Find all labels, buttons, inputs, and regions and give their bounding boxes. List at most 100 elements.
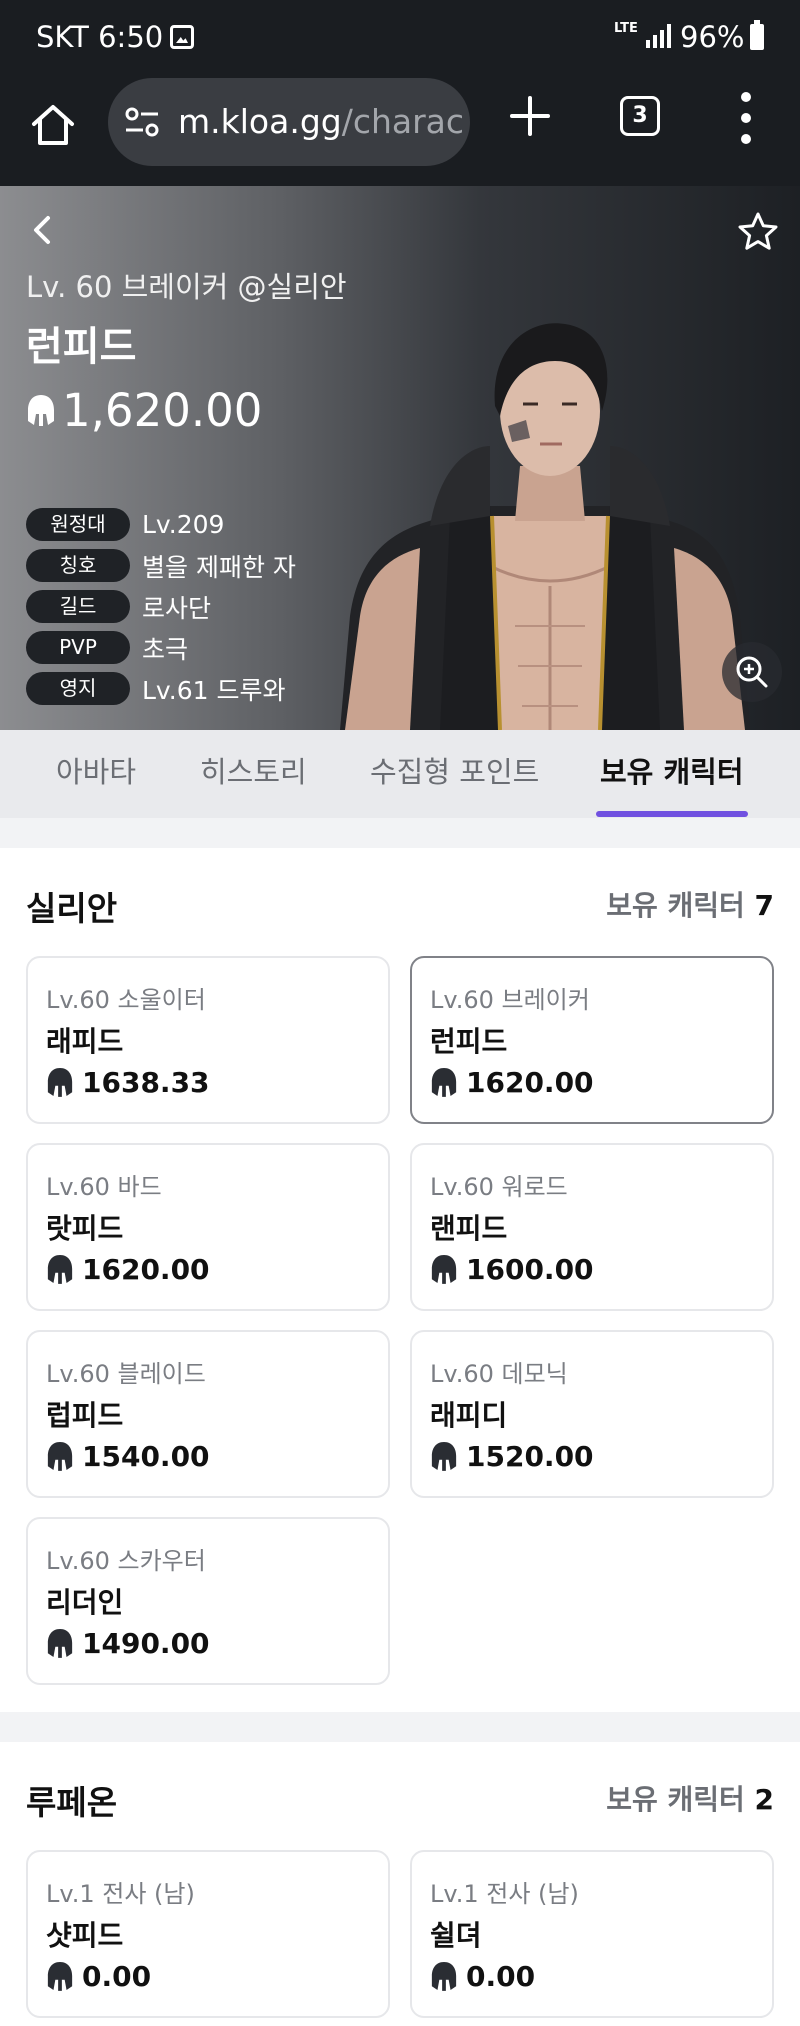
character-name: 랏피드: [46, 1212, 124, 1245]
character-name: 래피드: [46, 1025, 124, 1058]
helmet-icon: [431, 1068, 457, 1097]
helmet-icon: [47, 1255, 73, 1284]
url-text: m.kloa.gg/charac: [178, 102, 464, 141]
status-bar: SKT 6:50 LTE 96%: [0, 0, 800, 74]
count-label: 보유 캐릭터: [606, 889, 745, 922]
character-class: Lv.60 데모닉: [430, 1360, 568, 1388]
character-class-server: Lv. 60 브레이커 @실리안: [26, 270, 347, 304]
server-section-lufeon: 루페온 보유 캐릭터 2 Lv.1 전사 (남) 샷피드 0.00 Lv.1 전…: [0, 1742, 800, 2026]
item-level-value: 1638.33: [82, 1065, 210, 1099]
info-label: 길드: [26, 590, 130, 623]
tab-avatar[interactable]: 아바타: [56, 730, 136, 818]
character-class: Lv.1 전사 (남): [46, 1880, 195, 1908]
character-item-level: 0.00: [46, 1956, 151, 1996]
character-item-level: 1620.00: [46, 1249, 210, 1289]
info-label: PVP: [26, 631, 130, 664]
signal-icon: [646, 24, 672, 48]
info-row-title: 칭호 별을 제패한 자: [26, 545, 296, 586]
battery-icon: [750, 20, 764, 50]
helmet-icon: [431, 1442, 457, 1471]
tab-history[interactable]: 히스토리: [200, 730, 307, 818]
server-section-silian: 실리안 보유 캐릭터 7 Lv.60 소울이터 래피드 1638.33 Lv.6…: [0, 848, 800, 1712]
info-row-guild: 길드 로사단: [26, 586, 296, 627]
character-name: 런피드: [430, 1025, 508, 1058]
character-card-selected[interactable]: Lv.60 브레이커 런피드 1620.00: [410, 956, 774, 1124]
character-item-level: 1638.33: [46, 1062, 210, 1102]
info-value: Lv.61 드루와: [142, 675, 286, 705]
gallery-notification-icon: [170, 25, 194, 49]
character-name: 쉴뎌: [430, 1919, 482, 1952]
character-card[interactable]: Lv.60 데모닉 래피디 1520.00: [410, 1330, 774, 1498]
character-class: Lv.60 브레이커: [430, 986, 590, 1014]
favorite-star-icon[interactable]: [736, 210, 780, 254]
info-value: Lv.209: [142, 510, 225, 539]
info-label: 영지: [26, 672, 130, 705]
item-level-value: 1490.00: [82, 1626, 210, 1660]
helmet-icon: [28, 395, 54, 426]
info-row-estate: 영지 Lv.61 드루와: [26, 668, 296, 709]
zoom-in-icon: [736, 656, 768, 688]
new-tab-icon[interactable]: [508, 94, 552, 138]
character-name: 랜피드: [430, 1212, 508, 1245]
owned-character-count: 보유 캐릭터 7: [606, 884, 774, 924]
character-card[interactable]: Lv.1 전사 (남) 샷피드 0.00: [26, 1850, 390, 2018]
character-portrait: [340, 323, 750, 730]
count-value: 2: [754, 1783, 774, 1816]
helmet-icon: [431, 1255, 457, 1284]
character-name: 래피디: [430, 1399, 508, 1432]
count-label: 보유 캐릭터: [606, 1783, 745, 1816]
zoom-button[interactable]: [722, 642, 782, 702]
info-label: 칭호: [26, 549, 130, 582]
item-level-value: 1,620.00: [62, 383, 263, 437]
character-class: Lv.60 블레이드: [46, 1360, 206, 1388]
tab-switcher-button[interactable]: 3: [620, 96, 660, 136]
item-level-value: 1620.00: [466, 1065, 594, 1099]
character-name: 럽피드: [46, 1399, 124, 1432]
helmet-icon: [47, 1962, 73, 1991]
character-card[interactable]: Lv.60 블레이드 럽피드 1540.00: [26, 1330, 390, 1498]
profile-tabs: 아바타 히스토리 수집형 포인트 보유 캐릭터: [0, 730, 800, 818]
helmet-icon: [47, 1629, 73, 1658]
count-value: 7: [754, 889, 774, 922]
server-name: 실리안: [26, 889, 118, 928]
tab-collectibles[interactable]: 수집형 포인트: [370, 730, 539, 818]
character-class: Lv.60 스카우터: [46, 1547, 206, 1575]
character-card[interactable]: Lv.60 바드 랏피드 1620.00: [26, 1143, 390, 1311]
tab-owned-characters[interactable]: 보유 캐릭터: [600, 730, 744, 818]
home-icon[interactable]: [28, 100, 78, 150]
server-name: 루페온: [26, 1783, 118, 1822]
address-bar[interactable]: m.kloa.gg/charac: [108, 78, 470, 166]
character-name: 런피드: [26, 324, 137, 370]
info-value: 초극: [142, 634, 189, 664]
character-card[interactable]: Lv.60 소울이터 래피드 1638.33: [26, 956, 390, 1124]
character-class: Lv.60 워로드: [430, 1173, 568, 1201]
helmet-icon: [431, 1962, 457, 1991]
item-level-value: 1600.00: [466, 1252, 594, 1286]
more-menu-icon[interactable]: [736, 92, 756, 144]
character-item-level: 1540.00: [46, 1436, 210, 1476]
site-settings-icon[interactable]: [124, 106, 160, 138]
character-card[interactable]: Lv.1 전사 (남) 쉴뎌 0.00: [410, 1850, 774, 2018]
item-level-value: 1620.00: [82, 1252, 210, 1286]
item-level: 1,620.00: [26, 383, 263, 437]
status-time: SKT 6:50: [36, 20, 164, 54]
battery-percent: 96%: [680, 20, 745, 54]
character-hero: Lv. 60 브레이커 @실리안 런피드 1,620.00 원정대 Lv.209…: [0, 186, 800, 730]
info-value: 로사단: [142, 593, 212, 623]
character-name: 리더인: [46, 1586, 124, 1619]
item-level-value: 0.00: [466, 1959, 536, 1993]
character-class: Lv.1 전사 (남): [430, 1880, 579, 1908]
character-class: Lv.60 바드: [46, 1173, 162, 1201]
character-item-level: 1600.00: [430, 1249, 594, 1289]
helmet-icon: [47, 1442, 73, 1471]
character-item-level: 0.00: [430, 1956, 535, 1996]
item-level-value: 0.00: [82, 1959, 152, 1993]
back-arrow-icon[interactable]: [22, 210, 62, 250]
character-card[interactable]: Lv.60 워로드 랜피드 1600.00: [410, 1143, 774, 1311]
character-item-level: 1490.00: [46, 1623, 210, 1663]
browser-toolbar: m.kloa.gg/charac 3: [0, 74, 800, 186]
item-level-value: 1520.00: [466, 1439, 594, 1473]
character-info-list: 원정대 Lv.209 칭호 별을 제패한 자 길드 로사단 PVP 초극 영지 …: [26, 504, 296, 709]
character-card[interactable]: Lv.60 스카우터 리더인 1490.00: [26, 1517, 390, 1685]
network-type: LTE: [614, 21, 638, 36]
